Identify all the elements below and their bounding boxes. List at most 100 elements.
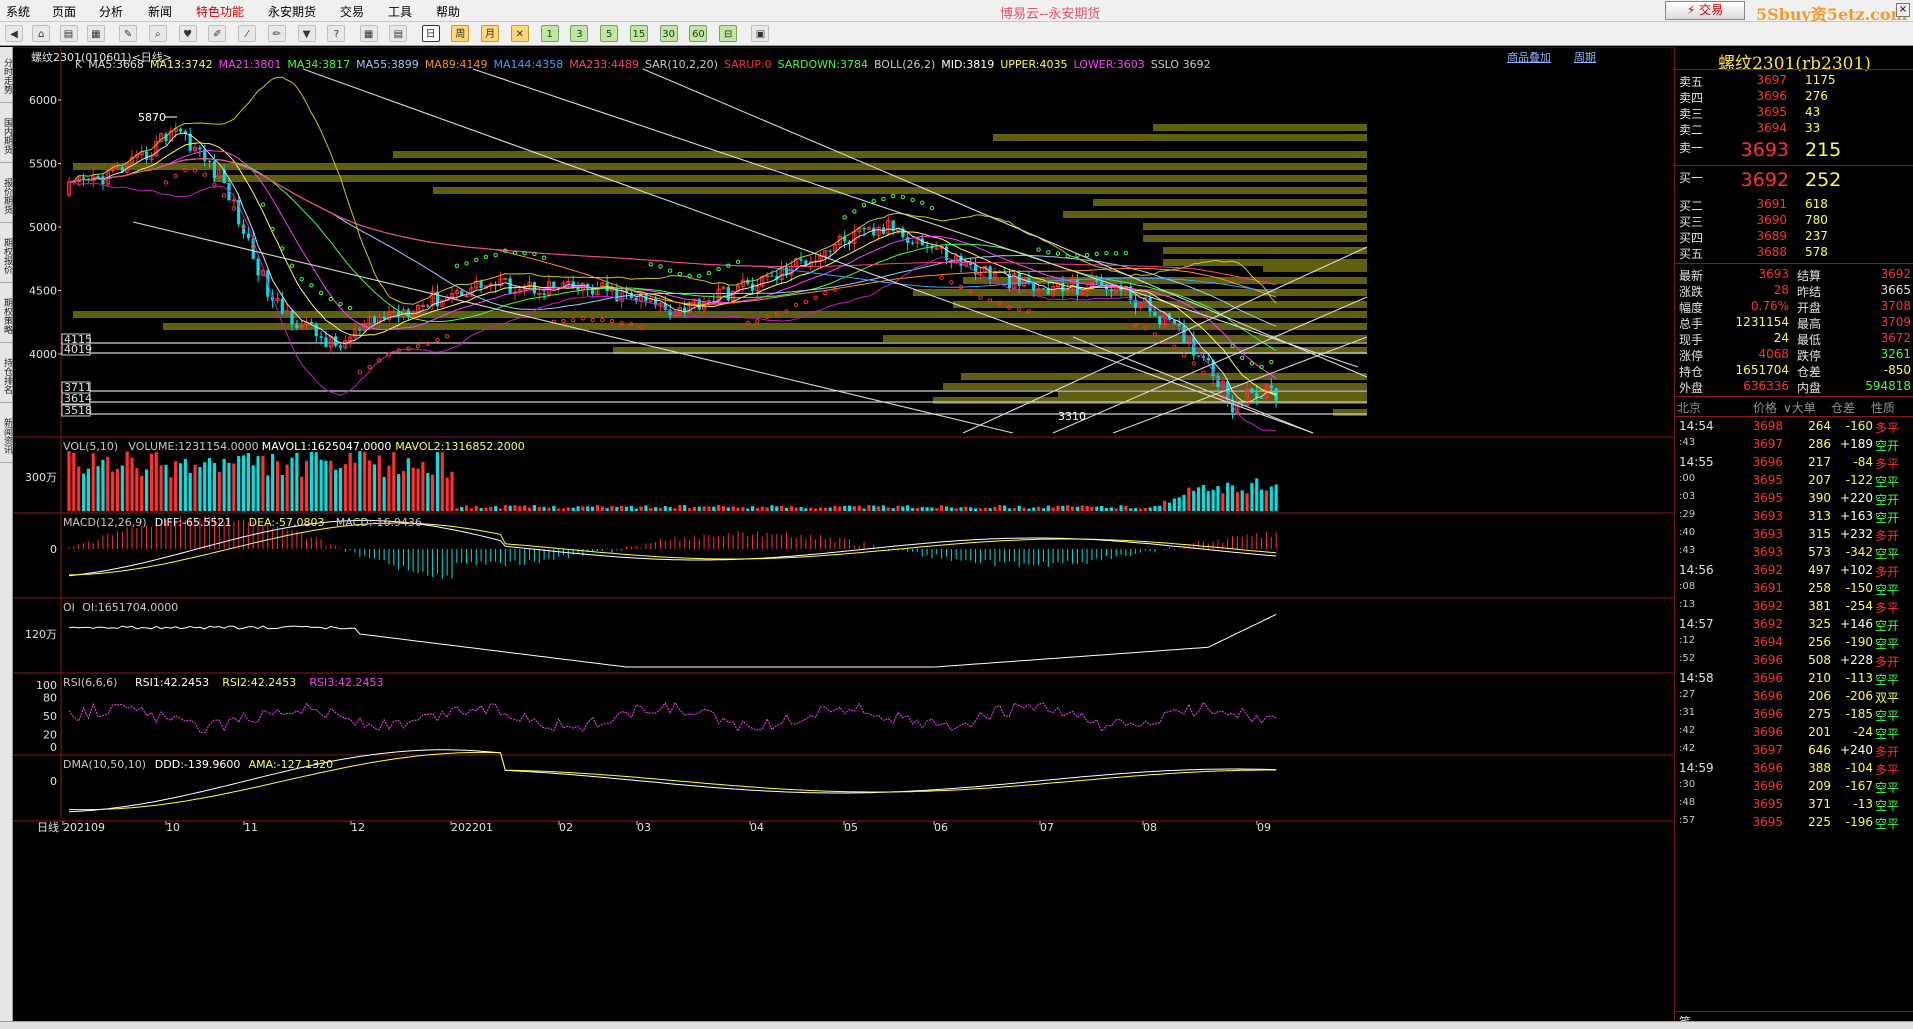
ma-legend-item: MA89:4149 [424,58,488,71]
stat-row[interactable]: 幅度 0.76% 开盘 3708 [1675,299,1913,315]
period-3-icon[interactable]: 3 [570,25,589,42]
divider [1675,416,1913,417]
tick-row[interactable]: 14:55 3696 217 -84 多平 [1675,455,1913,473]
chart-icon[interactable]: ▦ [86,25,105,42]
period-link[interactable]: 周期 [1574,49,1596,65]
period-5-icon[interactable]: 5 [600,25,619,42]
stat-row[interactable]: 涨停 4068 跌停 3261 [1675,347,1913,363]
period-month-icon[interactable]: 月 [481,25,500,42]
tick-row[interactable]: 14:56 3692 497 +102 多开 [1675,563,1913,581]
stat-row[interactable]: 总手 1231154 最高 3709 [1675,315,1913,331]
menu-analysis[interactable]: 分析 [99,3,123,20]
tick-row[interactable]: :48 3695 371 -13 空平 [1675,797,1913,815]
tick-header[interactable]: 北京 价格 ∨大单 仓差 性质 [1675,399,1913,415]
left-tab-1[interactable]: 国内期货 [0,109,13,163]
bid-row[interactable]: 买三 3690 780 [1675,213,1913,229]
tick-row[interactable]: :30 3696 209 -167 空平 [1675,779,1913,797]
ask-row[interactable]: 卖五 3697 1175 [1675,73,1913,89]
funnel-icon[interactable]: ▼ [297,25,316,42]
ask-row[interactable]: 卖三 3695 43 [1675,105,1913,121]
tick-row[interactable]: :00 3695 207 -122 空平 [1675,473,1913,491]
left-tab-2[interactable]: 报价期货 [0,169,13,223]
left-tab-5[interactable]: 持仓排名 [0,349,13,403]
left-tab-4[interactable]: 期权策略 [0,289,13,343]
period-day-icon[interactable]: 日 [421,25,440,42]
tick-row[interactable]: :42 3697 646 +240 多开 [1675,743,1913,761]
list-icon[interactable]: ▤ [59,25,78,42]
bid-row[interactable]: 买四 3689 237 [1675,229,1913,245]
overlay-link[interactable]: 商品叠加 [1507,49,1551,65]
back-icon[interactable]: ◀ [4,25,23,42]
tick-row[interactable]: :13 3692 381 -254 多平 [1675,599,1913,617]
home-icon[interactable]: ⌂ [32,25,51,42]
left-tab-0[interactable]: 分时走势 [0,49,13,103]
menu-help[interactable]: 帮助 [436,3,460,20]
tick-row[interactable]: :42 3696 201 -24 空平 [1675,725,1913,743]
menu-tools[interactable]: 工具 [388,3,412,20]
tick-row[interactable]: :08 3691 258 -150 空平 [1675,581,1913,599]
tick-row[interactable]: 14:58 3696 210 -113 空平 [1675,671,1913,689]
bid-row[interactable]: 买五 3688 578 [1675,245,1913,261]
ma5-line [68,132,1277,403]
tick-row[interactable]: 14:54 3698 264 -160 多平 [1675,419,1913,437]
tick-price: 3692 [1752,563,1783,577]
ask-row[interactable]: 卖四 3696 276 [1675,89,1913,105]
trade-button[interactable]: ⚡ 交易 [1665,1,1745,20]
stat-value: 0.76% [1750,299,1789,313]
tick-row[interactable]: :43 3697 286 +189 空开 [1675,437,1913,455]
chart-area[interactable]: 6000 5500 5000 4500 4000 4115 4019 3711 3614 3518… [13,47,1674,1021]
tick-row[interactable]: 14:57 3692 325 +146 空开 [1675,617,1913,635]
tick-row[interactable]: :31 3696 275 -185 空平 [1675,707,1913,725]
tick-row[interactable]: :43 3693 573 -342 空平 [1675,545,1913,563]
period-week-icon[interactable]: 周 [451,25,470,42]
period-30-icon[interactable]: 30 [659,25,678,42]
ask-volume: 215 [1805,139,1842,161]
stat-row[interactable]: 持仓 1651704 仓差 -850 [1675,363,1913,379]
stat-row[interactable]: 现手 24 最低 3672 [1675,331,1913,347]
bid-row-best[interactable]: 买一 3692 252 [1675,169,1913,193]
tick-time: :08 [1679,581,1696,592]
period-120-icon[interactable]: ⊟ [719,25,738,42]
volume-bar [910,508,915,511]
tick-row[interactable]: 14:59 3696 388 -104 多平 [1675,761,1913,779]
menu-features[interactable]: 特色功能 [196,3,244,20]
ask-row[interactable]: 卖二 3694 33 [1675,121,1913,137]
tick-row[interactable]: :40 3693 315 +232 多开 [1675,527,1913,545]
period-1-icon[interactable]: 1 [540,25,559,42]
calendar-icon[interactable]: ▣ [751,25,770,42]
stat-row[interactable]: 最新 3693 结算 3692 [1675,267,1913,283]
volume-bar [988,508,992,511]
tick-row[interactable]: :57 3695 225 -196 空平 [1675,815,1913,833]
tick-row[interactable]: :52 3696 508 +228 多开 [1675,653,1913,671]
pen-icon[interactable]: ✐ [208,25,227,42]
menu-page[interactable]: 页面 [52,3,76,20]
stat-row[interactable]: 外盘 636336 内盘 594818 [1675,379,1913,395]
left-tab-3[interactable]: 期权报价 [0,229,13,283]
period-60-icon[interactable]: 60 [689,25,708,42]
menu-system[interactable]: 系统 [6,3,30,20]
favorite-icon[interactable]: ♥ [178,25,197,42]
indicator-icon[interactable]: ? [327,25,346,42]
brush-icon[interactable]: ✏ [267,25,286,42]
menu-yongan[interactable]: 永安期货 [268,3,316,20]
table-icon[interactable]: ▦ [359,25,378,42]
tick-row[interactable]: :27 3696 206 -206 双平 [1675,689,1913,707]
search-icon[interactable]: ⌕ [148,25,167,42]
draw-icon[interactable]: ⁄ [238,25,257,42]
tick-row[interactable]: :29 3693 313 +163 空开 [1675,509,1913,527]
period-15-icon[interactable]: 15 [629,25,648,42]
tick-row[interactable]: :03 3695 390 +220 空开 [1675,491,1913,509]
menu-news[interactable]: 新闻 [148,3,172,20]
ask-row-best[interactable]: 卖一 3693 215 [1675,139,1913,163]
menu-trade[interactable]: 交易 [340,3,364,20]
report-icon[interactable]: ▤ [389,25,408,42]
close-icon[interactable]: × [1896,3,1910,17]
edit-icon[interactable]: ✎ [119,25,138,42]
stat-row[interactable]: 涨跌 28 昨结 3665 [1675,283,1913,299]
period-x-icon[interactable]: ✕ [510,25,529,42]
left-tab-6[interactable]: 新闻资讯 [0,409,13,463]
volume-bar [111,471,115,511]
tick-row[interactable]: :12 3694 256 -190 空平 [1675,635,1913,653]
bid-row[interactable]: 买二 3691 618 [1675,197,1913,213]
vol-panel-value: MAVOL2:1316852.2000 [395,440,525,453]
